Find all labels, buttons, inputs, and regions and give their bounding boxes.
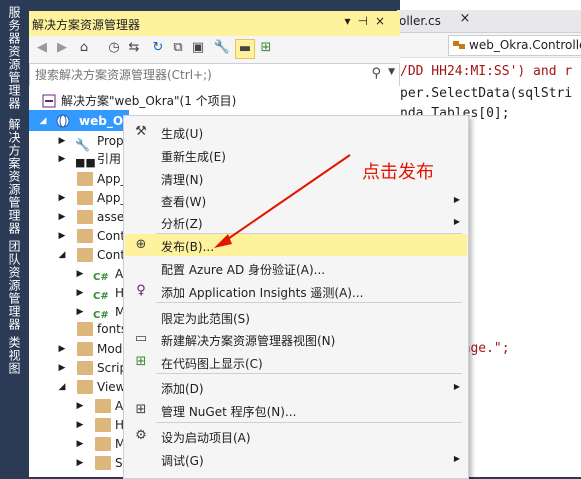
annotation-text: 点击发布 xyxy=(362,162,434,183)
annotation-arrow xyxy=(214,154,351,248)
